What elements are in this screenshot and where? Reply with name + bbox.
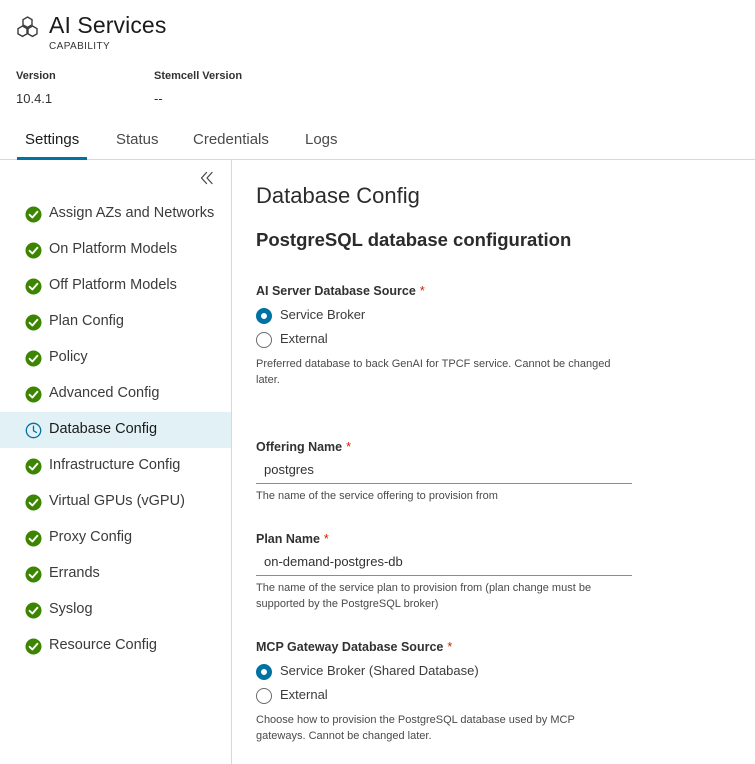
- version-value: 10.4.1: [16, 91, 53, 106]
- sidebar-item-label: Errands: [49, 565, 100, 581]
- settings-sidebar: Assign AZs and Networks On Platform Model…: [0, 160, 232, 764]
- offering-name-input[interactable]: [256, 456, 632, 484]
- hexagon-cluster-icon: [17, 16, 38, 38]
- sidebar-item-label: Policy: [49, 349, 88, 365]
- check-circle-icon: [25, 458, 42, 475]
- sidebar-item-database-config[interactable]: Database Config: [0, 412, 231, 448]
- sidebar-item-resource-config[interactable]: Resource Config: [0, 628, 231, 664]
- check-circle-icon: [25, 206, 42, 223]
- offering-name-helper: The name of the service offering to prov…: [256, 490, 498, 502]
- ai-db-source-helper: Preferred database to back GenAI for TPC…: [256, 358, 611, 386]
- check-circle-icon: [25, 566, 42, 583]
- version-label: Version: [16, 70, 56, 82]
- radio-indicator: [256, 332, 272, 348]
- double-chevron-left-icon[interactable]: [198, 169, 216, 187]
- page-header: AI Services CAPABILITY Version 10.4.1 St…: [0, 0, 755, 160]
- mcp-db-source-label-text: MCP Gateway Database Source: [256, 640, 444, 654]
- required-marker: *: [323, 532, 329, 546]
- app-subtitle: CAPABILITY: [49, 41, 111, 52]
- sidebar-item-label: Virtual GPUs (vGPU): [49, 493, 185, 509]
- plan-name-input[interactable]: [256, 548, 632, 576]
- sidebar-item-label: On Platform Models: [49, 241, 178, 257]
- radio-label: External: [280, 331, 328, 346]
- ai-db-source-label-text: AI Server Database Source: [256, 284, 416, 298]
- sidebar-item-label: Syslog: [49, 601, 93, 617]
- ai-db-source-label: AI Server Database Source *: [256, 284, 425, 298]
- tab-bar: Settings Status Credentials Logs: [0, 124, 755, 160]
- clock-icon: [25, 422, 42, 439]
- stemcell-version-value: --: [154, 91, 163, 106]
- sidebar-item-proxy-config[interactable]: Proxy Config: [0, 520, 231, 556]
- offering-name-label: Offering Name *: [256, 440, 351, 454]
- tab-credentials[interactable]: Credentials: [193, 131, 269, 160]
- check-circle-icon: [25, 314, 42, 331]
- plan-name-helper: The name of the service plan to provisio…: [256, 582, 592, 610]
- required-marker: *: [346, 440, 352, 454]
- radio-indicator: [256, 664, 272, 680]
- radio-label: Service Broker: [280, 307, 366, 322]
- sidebar-item-label: Database Config: [49, 421, 158, 437]
- check-circle-icon: [25, 278, 42, 295]
- tab-status[interactable]: Status: [116, 131, 159, 160]
- radio-label: External: [280, 687, 328, 702]
- app-title: AI Services: [49, 12, 167, 38]
- check-circle-icon: [25, 350, 42, 367]
- tab-settings[interactable]: Settings: [17, 131, 88, 160]
- plan-name-label-text: Plan Name: [256, 532, 320, 546]
- sidebar-item-plan-config[interactable]: Plan Config: [0, 304, 231, 340]
- check-circle-icon: [25, 602, 42, 619]
- page-title: Database Config: [256, 183, 420, 208]
- mcp-db-source-helper: Choose how to provision the PostgreSQL d…: [256, 714, 575, 742]
- sidebar-item-advanced-config[interactable]: Advanced Config: [0, 376, 231, 412]
- sidebar-item-label: Resource Config: [49, 637, 157, 653]
- radio-indicator: [256, 688, 272, 704]
- sidebar-item-syslog[interactable]: Syslog: [0, 592, 231, 628]
- sidebar-item-label: Advanced Config: [49, 385, 160, 401]
- sidebar-item-off-platform-models[interactable]: Off Platform Models: [0, 268, 231, 304]
- sidebar-item-label: Assign AZs and Networks: [49, 205, 215, 221]
- main-content: Database Config PostgreSQL database conf…: [232, 160, 755, 764]
- sidebar-item-label: Plan Config: [49, 313, 124, 329]
- check-circle-icon: [25, 242, 42, 259]
- radio-label: Service Broker (Shared Database): [280, 663, 479, 678]
- stemcell-version-label: Stemcell Version: [154, 70, 243, 82]
- check-circle-icon: [25, 494, 42, 511]
- section-title: PostgreSQL database configuration: [256, 229, 572, 250]
- sidebar-item-assign-azs-and-networks[interactable]: Assign AZs and Networks: [0, 196, 231, 232]
- check-circle-icon: [25, 638, 42, 655]
- offering-name-label-text: Offering Name: [256, 440, 343, 454]
- sidebar-item-label: Proxy Config: [49, 529, 133, 545]
- sidebar-item-label: Off Platform Models: [49, 277, 177, 293]
- required-marker: *: [447, 640, 453, 654]
- check-circle-icon: [25, 530, 42, 547]
- required-marker: *: [419, 284, 425, 298]
- sidebar-item-virtual-gpus-vgpu[interactable]: Virtual GPUs (vGPU): [0, 484, 231, 520]
- sidebar-item-infrastructure-config[interactable]: Infrastructure Config: [0, 448, 231, 484]
- mcp-db-source-label: MCP Gateway Database Source *: [256, 640, 452, 654]
- sidebar-item-errands[interactable]: Errands: [0, 556, 231, 592]
- radio-indicator: [256, 308, 272, 324]
- sidebar-item-label: Infrastructure Config: [49, 457, 181, 473]
- sidebar-item-on-platform-models[interactable]: On Platform Models: [0, 232, 231, 268]
- plan-name-label: Plan Name *: [256, 532, 329, 546]
- check-circle-icon: [25, 386, 42, 403]
- tab-logs[interactable]: Logs: [305, 131, 338, 160]
- sidebar-item-policy[interactable]: Policy: [0, 340, 231, 376]
